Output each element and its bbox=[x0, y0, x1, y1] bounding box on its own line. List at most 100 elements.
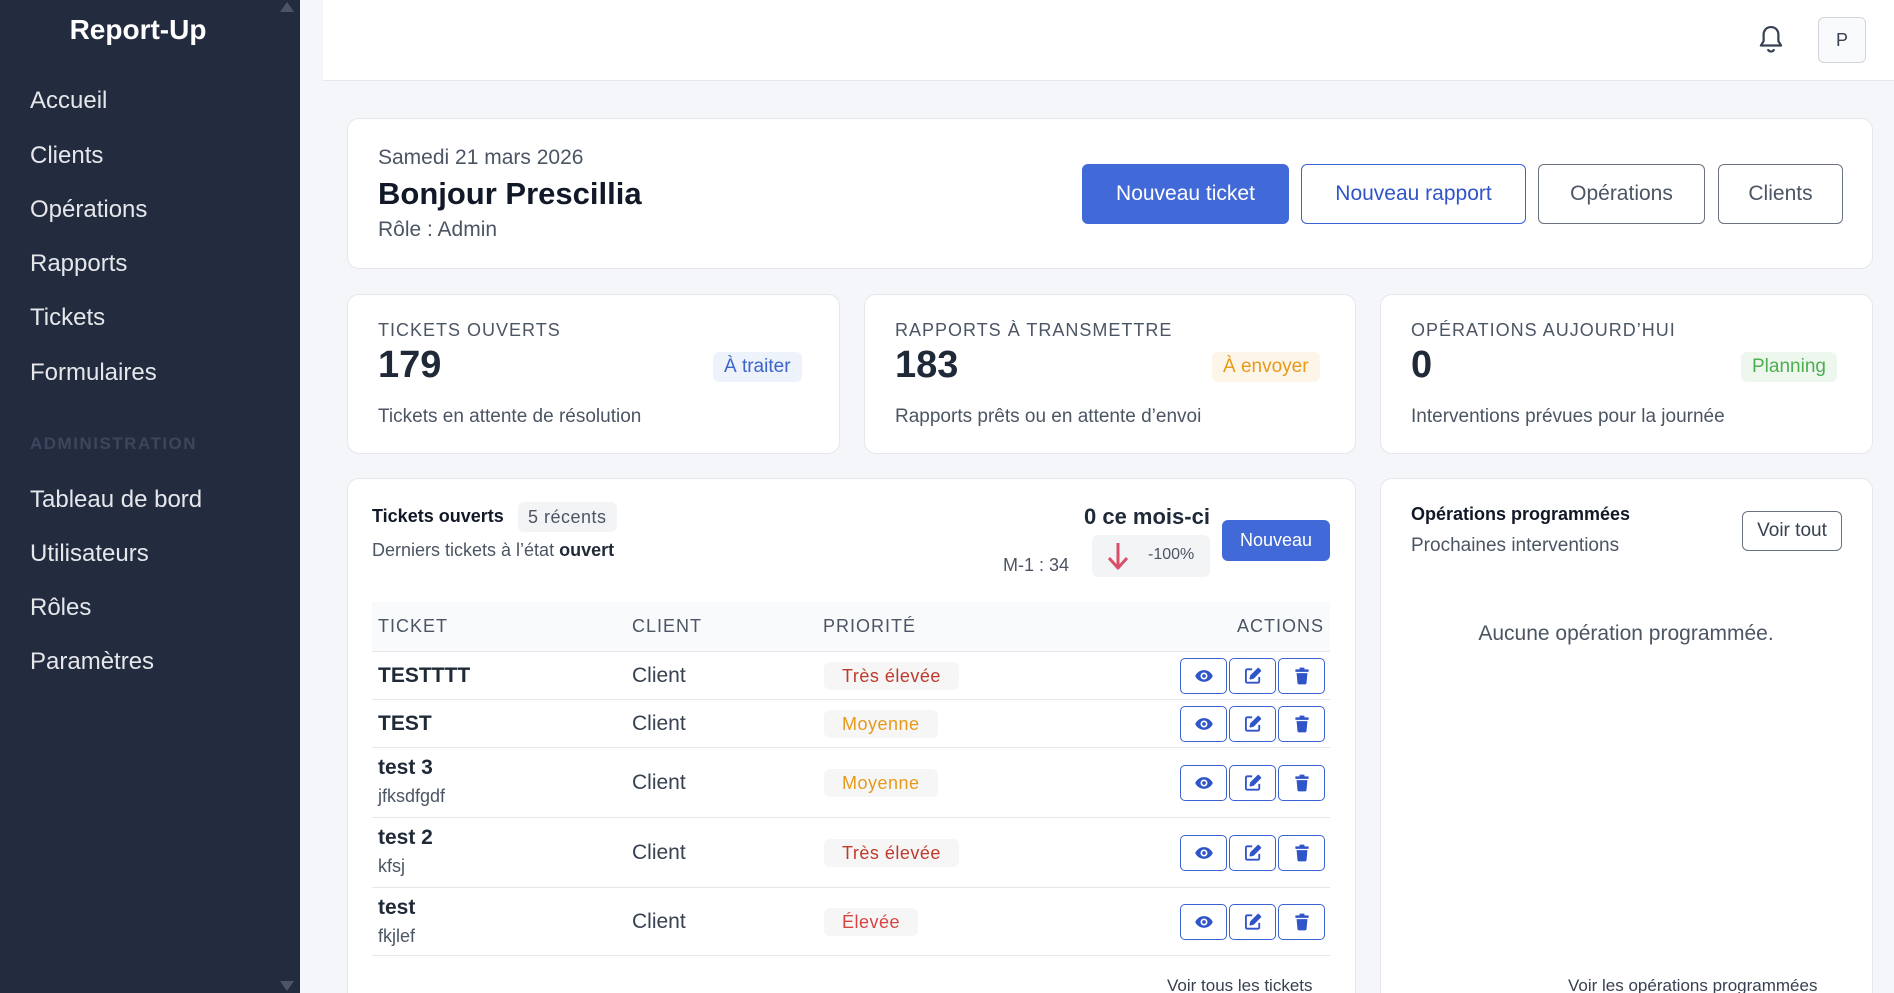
priority-badge: Très élevée bbox=[824, 839, 959, 867]
delete-icon bbox=[1294, 774, 1309, 792]
subtitle-state: ouvert bbox=[559, 540, 615, 560]
tickets-card-title: Tickets ouverts bbox=[372, 506, 504, 526]
view-button[interactable] bbox=[1180, 904, 1227, 940]
table-row[interactable]: test 3 jfksdfgdf Client Moyenne bbox=[372, 748, 1330, 818]
operations-button[interactable]: Opérations bbox=[1538, 164, 1705, 224]
view-icon bbox=[1194, 670, 1213, 682]
greeting-title: Bonjour Prescillia bbox=[378, 176, 642, 211]
view-icon bbox=[1194, 718, 1213, 730]
view-button[interactable] bbox=[1180, 706, 1227, 742]
table-row[interactable]: TESTTTT Client Très élevée bbox=[372, 652, 1330, 700]
column-header-ticket[interactable]: TICKET bbox=[378, 616, 448, 637]
sidebar-item-tableau-de-bord[interactable]: Tableau de bord bbox=[30, 486, 202, 514]
stat-description: Rapports prêts ou en attente d’envoi bbox=[895, 406, 1202, 427]
new-ticket-small-button[interactable]: Nouveau bbox=[1222, 520, 1330, 561]
view-icon bbox=[1194, 777, 1213, 789]
stat-value: 183 bbox=[895, 344, 959, 386]
view-icon bbox=[1194, 916, 1213, 928]
ticket-name[interactable]: test bbox=[378, 896, 415, 920]
topbar bbox=[323, 0, 1894, 81]
ticket-name[interactable]: TEST bbox=[378, 712, 432, 736]
table-header: TICKET CLIENT PRIORITÉ ACTIONS bbox=[372, 602, 1330, 652]
sidebar-item-utilisateurs[interactable]: Utilisateurs bbox=[30, 540, 149, 568]
scroll-up-arrow-icon[interactable] bbox=[280, 2, 294, 12]
stat-title: TICKETS OUVERTS bbox=[378, 320, 561, 340]
edit-button[interactable] bbox=[1229, 706, 1276, 742]
operations-card-title: Opérations programmées bbox=[1411, 504, 1631, 524]
edit-button[interactable] bbox=[1229, 904, 1276, 940]
delete-button[interactable] bbox=[1278, 765, 1325, 801]
ticket-name[interactable]: TESTTTT bbox=[378, 664, 470, 688]
sidebar-item-operations[interactable]: Opérations bbox=[30, 196, 147, 224]
view-icon bbox=[1194, 847, 1213, 859]
edit-icon bbox=[1244, 774, 1261, 791]
stat-title: RAPPORTS À TRANSMETTRE bbox=[895, 320, 1173, 340]
edit-icon bbox=[1244, 913, 1261, 930]
empty-state-message: Aucune opération programmée. bbox=[1478, 622, 1774, 645]
column-header-actions: ACTIONS bbox=[1236, 616, 1324, 636]
view-scheduled-operations-link[interactable]: Voir les opérations programmées bbox=[1568, 976, 1817, 993]
status-badge: Planning bbox=[1741, 352, 1837, 382]
delete-button[interactable] bbox=[1278, 658, 1325, 694]
table-row[interactable]: TEST Client Moyenne bbox=[372, 700, 1330, 748]
ticket-client: Client bbox=[632, 664, 686, 687]
edit-button[interactable] bbox=[1229, 765, 1276, 801]
delete-button[interactable] bbox=[1278, 706, 1325, 742]
avatar[interactable]: P bbox=[1818, 17, 1866, 63]
subtitle-prefix: Derniers tickets à l’état bbox=[372, 540, 555, 560]
delete-icon bbox=[1294, 667, 1309, 685]
sidebar-item-accueil[interactable]: Accueil bbox=[30, 87, 107, 115]
ticket-client: Client bbox=[632, 771, 686, 794]
ticket-client: Client bbox=[632, 841, 686, 864]
sidebar-item-formulaires[interactable]: Formulaires bbox=[30, 359, 157, 387]
priority-badge: Élevée bbox=[824, 908, 919, 936]
edit-button[interactable] bbox=[1229, 835, 1276, 871]
brand-logo[interactable]: Report-Up bbox=[0, 14, 276, 46]
sidebar-item-roles[interactable]: Rôles bbox=[30, 594, 91, 622]
month-count: 0 ce mois-ci bbox=[1084, 504, 1210, 529]
sidebar: Report-Up Accueil Clients Opérations Rap… bbox=[0, 0, 300, 993]
table-row[interactable]: test 2 kfsj Client Très élevée bbox=[372, 818, 1330, 888]
stat-description: Tickets en attente de résolution bbox=[378, 406, 642, 427]
table-row[interactable]: test fkjlef Client Élevée bbox=[372, 888, 1330, 956]
previous-month-count: M-1 : 34 bbox=[1003, 555, 1070, 575]
ticket-name[interactable]: test 3 bbox=[378, 756, 433, 780]
user-role: Rôle : Admin bbox=[378, 218, 498, 241]
sidebar-item-clients[interactable]: Clients bbox=[30, 142, 103, 170]
new-report-button[interactable]: Nouveau rapport bbox=[1301, 164, 1526, 224]
clients-button[interactable]: Clients bbox=[1718, 164, 1843, 224]
column-header-client[interactable]: CLIENT bbox=[632, 616, 702, 637]
priority-badge: Moyenne bbox=[824, 710, 938, 738]
operations-card-subtitle: Prochaines interventions bbox=[1411, 535, 1620, 556]
trend-percent: -100% bbox=[1148, 546, 1195, 563]
bell-icon[interactable] bbox=[1756, 24, 1786, 56]
sidebar-item-parametres[interactable]: Paramètres bbox=[30, 648, 154, 676]
stat-title: OPÉRATIONS AUJOURD’HUI bbox=[1411, 320, 1676, 340]
new-ticket-button[interactable]: Nouveau ticket bbox=[1082, 164, 1289, 224]
sidebar-section-administration: ADMINISTRATION bbox=[30, 434, 198, 453]
column-header-priority[interactable]: PRIORITÉ bbox=[823, 616, 916, 637]
delete-button[interactable] bbox=[1278, 835, 1325, 871]
view-button[interactable] bbox=[1180, 835, 1227, 871]
stat-description: Interventions prévues pour la journée bbox=[1411, 406, 1725, 427]
status-badge: À traiter bbox=[713, 352, 802, 382]
status-badge: À envoyer bbox=[1212, 352, 1320, 382]
ticket-name[interactable]: test 2 bbox=[378, 826, 433, 850]
priority-badge: Moyenne bbox=[824, 769, 938, 797]
recent-count-badge: 5 récents bbox=[518, 502, 617, 532]
sidebar-item-rapports[interactable]: Rapports bbox=[30, 250, 127, 278]
delete-icon bbox=[1294, 715, 1309, 733]
delete-icon bbox=[1294, 913, 1309, 931]
edit-button[interactable] bbox=[1229, 658, 1276, 694]
priority-badge: Très élevée bbox=[824, 662, 959, 690]
ticket-client: Client bbox=[632, 910, 686, 933]
delete-button[interactable] bbox=[1278, 904, 1325, 940]
view-all-operations-button[interactable]: Voir tout bbox=[1742, 511, 1842, 551]
edit-icon bbox=[1244, 667, 1261, 684]
scroll-down-arrow-icon[interactable] bbox=[280, 981, 294, 991]
view-all-tickets-link[interactable]: Voir tous les tickets bbox=[1167, 976, 1313, 993]
ticket-client: Client bbox=[632, 712, 686, 735]
view-button[interactable] bbox=[1180, 658, 1227, 694]
sidebar-item-tickets[interactable]: Tickets bbox=[30, 304, 105, 332]
view-button[interactable] bbox=[1180, 765, 1227, 801]
